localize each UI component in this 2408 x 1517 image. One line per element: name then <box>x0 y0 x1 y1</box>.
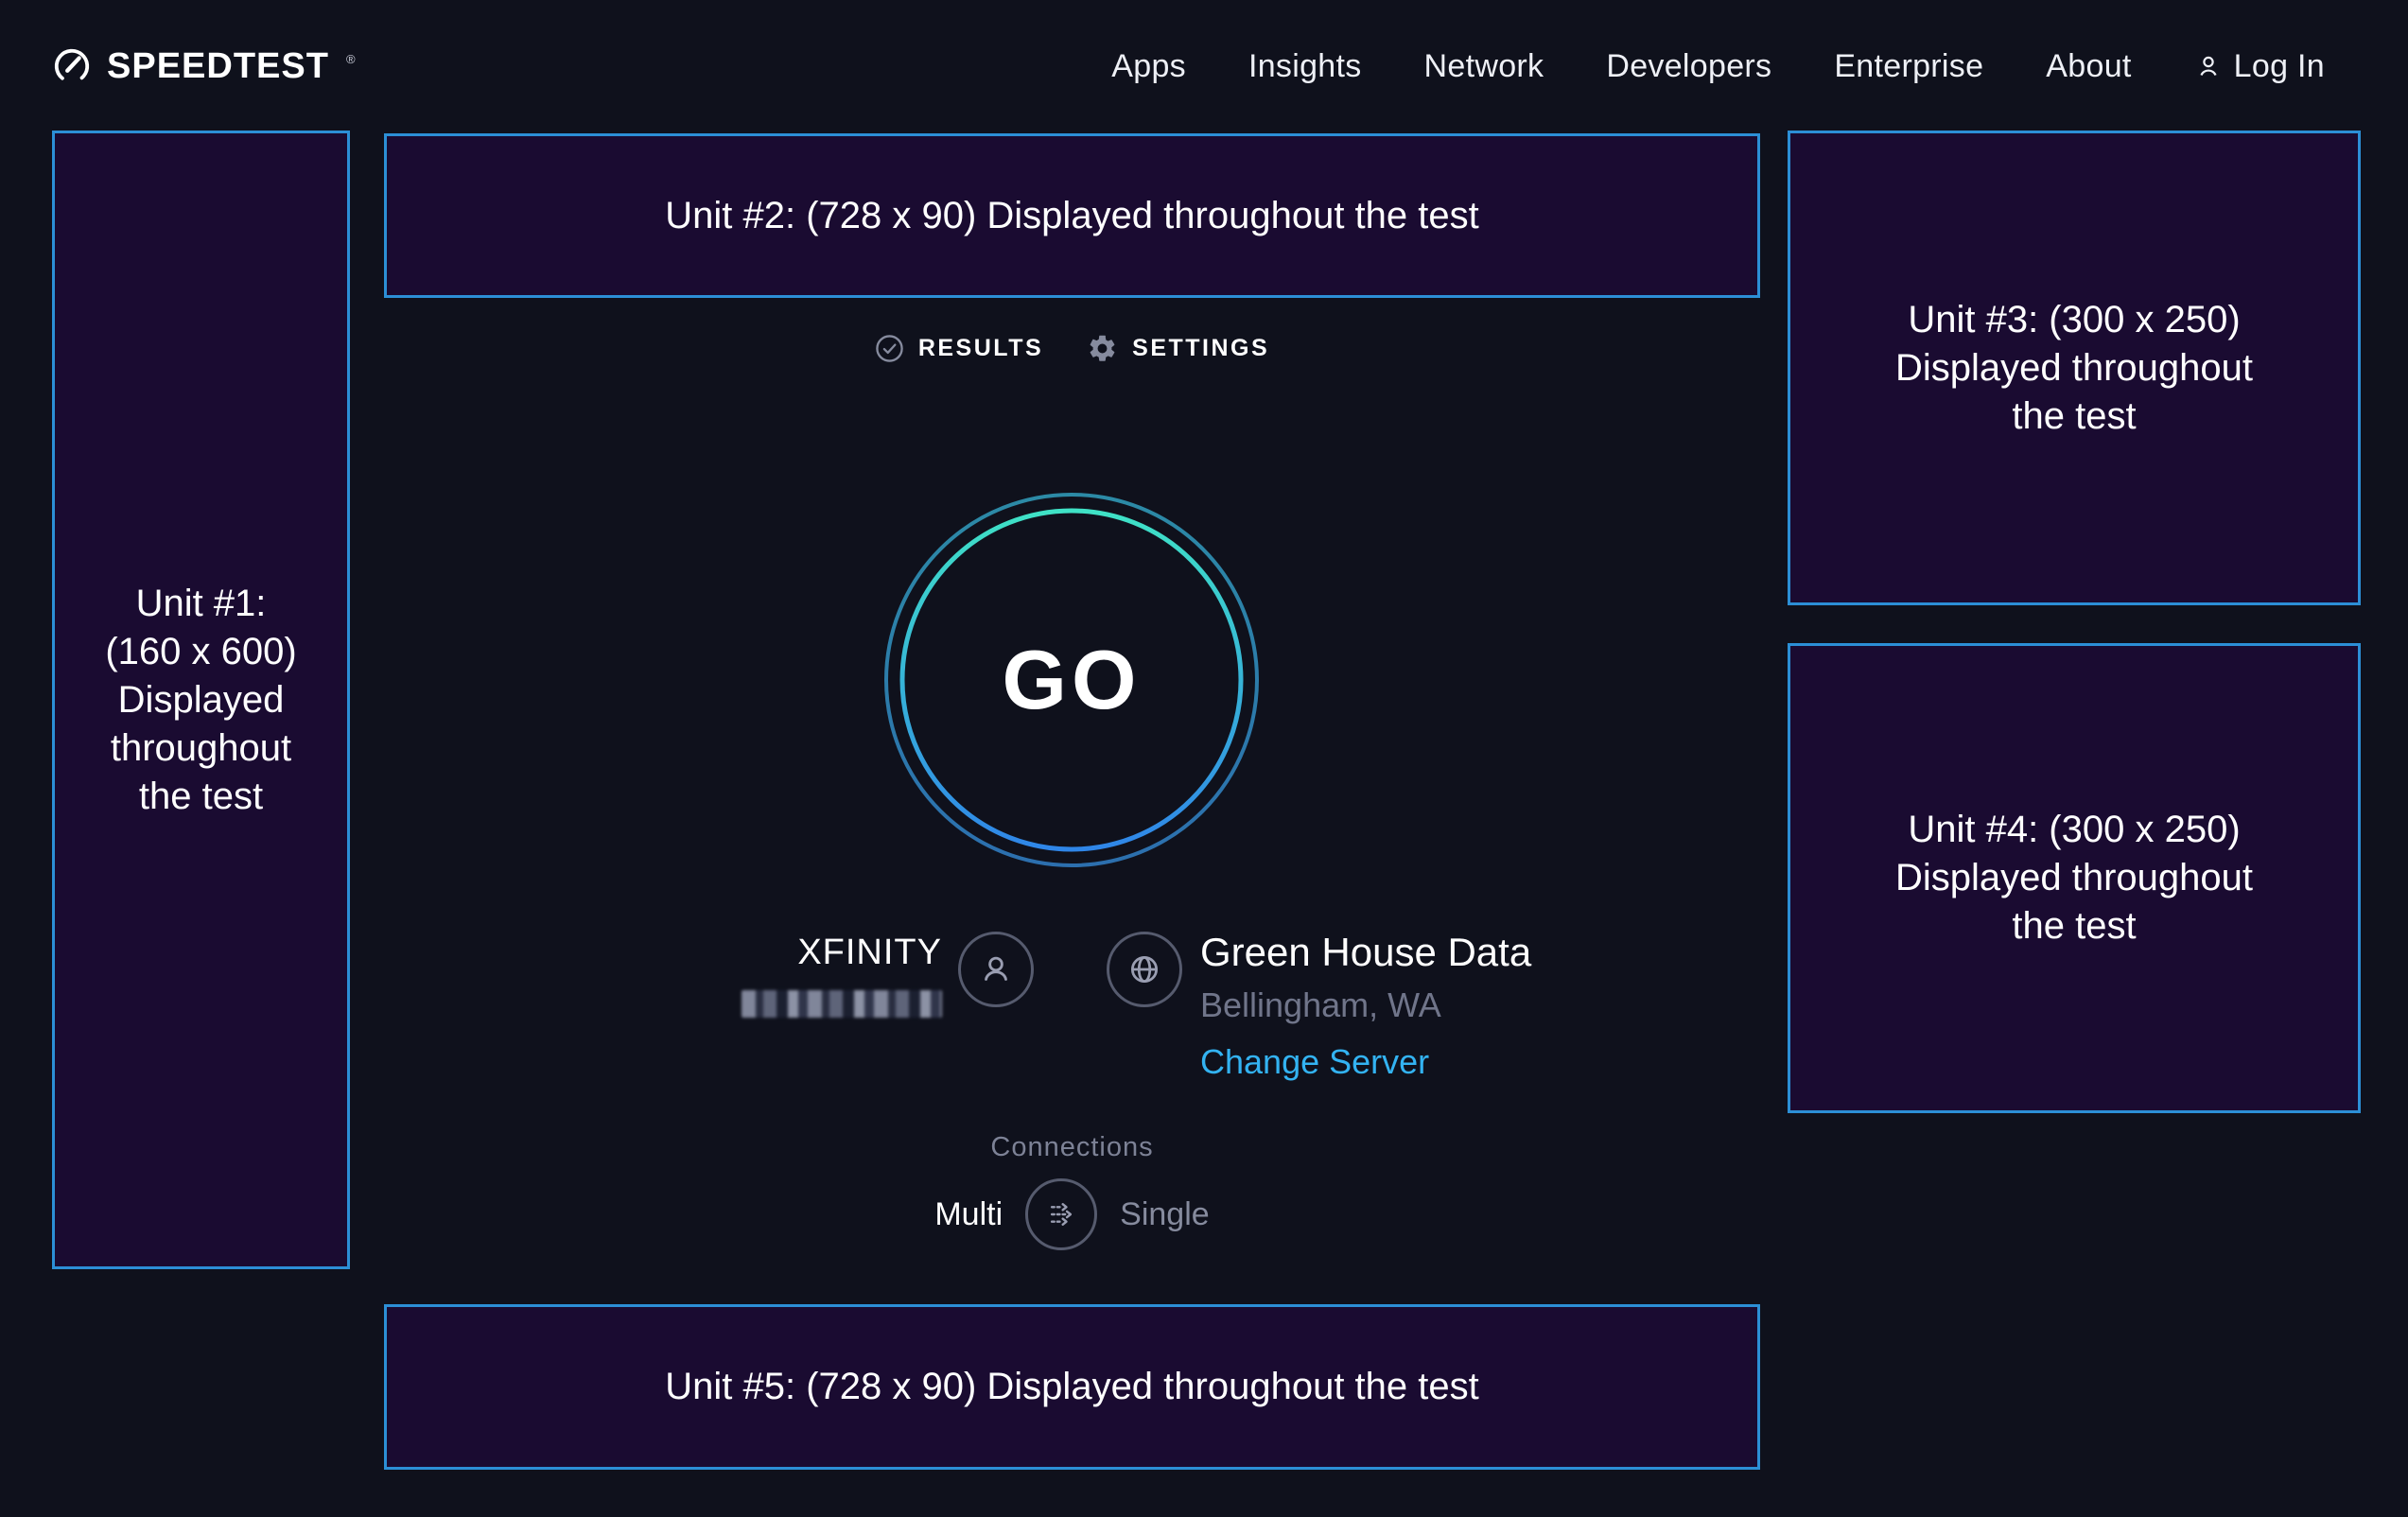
change-server-link[interactable]: Change Server <box>1200 1042 1429 1082</box>
isp-avatar <box>958 932 1034 1007</box>
connections-option-single[interactable]: Single <box>1120 1196 1210 1233</box>
ad-unit-4: Unit #4: (300 x 250) Displayed throughou… <box>1788 643 2361 1113</box>
tab-settings[interactable]: SETTINGS <box>1087 333 1269 364</box>
globe-icon <box>1123 948 1166 991</box>
ad-unit-4-text: Unit #4: (300 x 250) Displayed throughou… <box>1879 806 2269 950</box>
ad-unit-5-text: Unit #5: (728 x 90) Displayed throughout… <box>665 1363 1479 1411</box>
main-nav: Apps Insights Network Developers Enterpr… <box>1111 48 2325 85</box>
speedtest-page: SPEEDTEST ® Apps Insights Network Develo… <box>0 0 2408 1517</box>
server-name: Green House Data <box>1200 930 1531 975</box>
redacted-ip <box>742 990 942 1018</box>
server-block: Green House Data Bellingham, WA Change S… <box>1200 930 1531 1082</box>
connections-title: Connections <box>384 1132 1760 1163</box>
login-link[interactable]: Log In <box>2194 48 2325 85</box>
connections-row: Multi Single <box>384 1178 1760 1250</box>
ad-unit-2-text: Unit #2: (728 x 90) Displayed throughout… <box>665 192 1479 240</box>
server-location: Bellingham, WA <box>1200 985 1441 1025</box>
go-button[interactable]: GO <box>882 491 1261 869</box>
ad-unit-5: Unit #5: (728 x 90) Displayed throughout… <box>384 1304 1760 1470</box>
gear-icon <box>1087 333 1118 364</box>
navbar: SPEEDTEST ® Apps Insights Network Develo… <box>0 0 2408 132</box>
tab-results-label: RESULTS <box>918 335 1043 362</box>
connections-option-multi[interactable]: Multi <box>934 1196 1003 1233</box>
ad-unit-3: Unit #3: (300 x 250) Displayed throughou… <box>1788 131 2361 605</box>
person-icon <box>975 949 1017 990</box>
ad-unit-3-text: Unit #3: (300 x 250) Displayed throughou… <box>1879 296 2269 441</box>
login-label: Log In <box>2234 48 2325 85</box>
tab-results[interactable]: RESULTS <box>875 333 1043 364</box>
server-avatar <box>1107 932 1182 1007</box>
go-label: GO <box>882 491 1261 869</box>
connections-toggle[interactable] <box>1025 1178 1097 1250</box>
multi-arrows-icon <box>1040 1194 1082 1235</box>
brand-logo[interactable]: SPEEDTEST ® <box>52 46 356 87</box>
isp-name: XFINITY <box>797 931 942 974</box>
ad-unit-2: Unit #2: (728 x 90) Displayed throughout… <box>384 133 1760 298</box>
check-circle-icon <box>875 334 904 363</box>
nav-about[interactable]: About <box>2046 48 2131 85</box>
nav-network[interactable]: Network <box>1424 48 1544 85</box>
nav-developers[interactable]: Developers <box>1606 48 1771 85</box>
user-icon <box>2194 52 2223 80</box>
ad-unit-1-text: Unit #1: (160 x 600) Displayed throughou… <box>96 580 307 821</box>
isp-block: XFINITY <box>586 931 942 1018</box>
tabs-row: RESULTS SETTINGS <box>384 333 1760 364</box>
tab-settings-label: SETTINGS <box>1132 335 1269 362</box>
brand-name: SPEEDTEST <box>107 46 329 87</box>
ad-unit-1: Unit #1: (160 x 600) Displayed throughou… <box>52 131 350 1269</box>
gauge-icon <box>52 46 92 86</box>
nav-enterprise[interactable]: Enterprise <box>1834 48 1983 85</box>
trademark: ® <box>346 52 356 66</box>
nav-insights[interactable]: Insights <box>1248 48 1362 85</box>
nav-apps[interactable]: Apps <box>1111 48 1186 85</box>
